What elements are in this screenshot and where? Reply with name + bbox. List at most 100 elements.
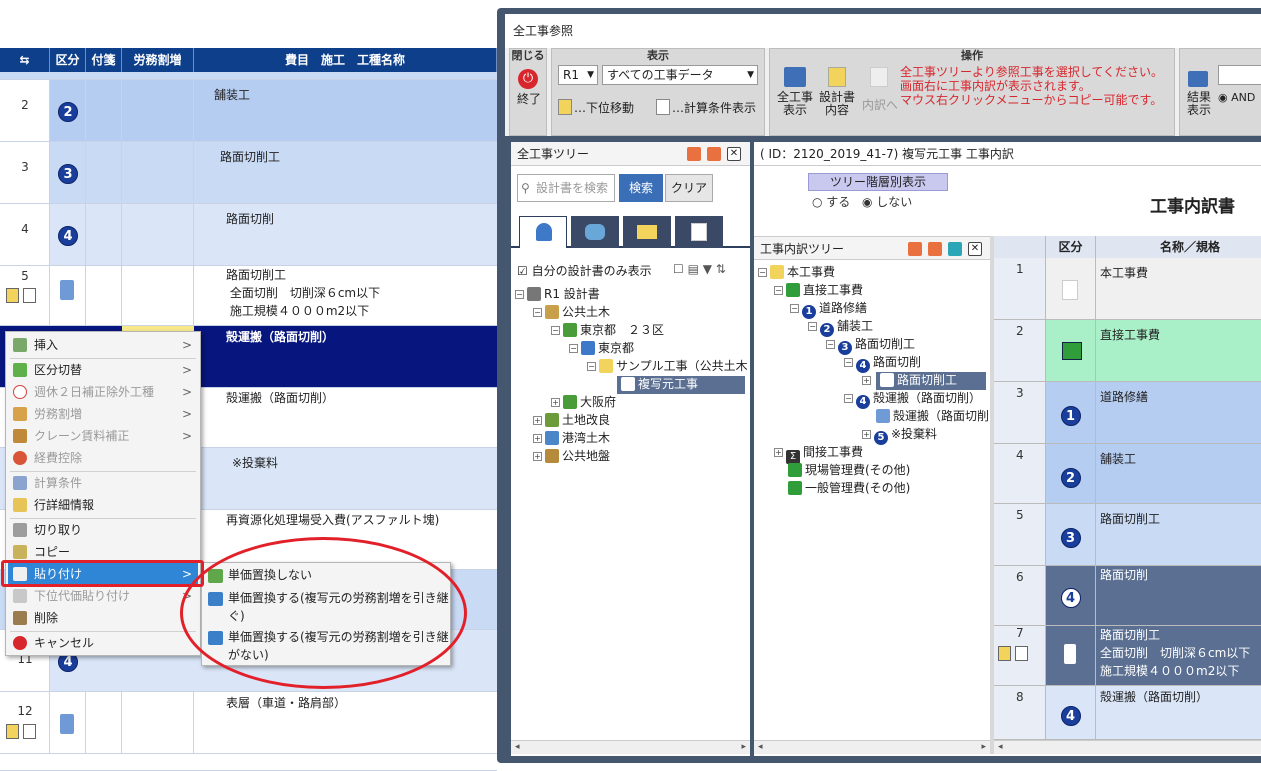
header-roumu[interactable]: 労務割増 <box>122 48 194 72</box>
filter-icon[interactable]: ☐ ▤ ▼ ⇅ <box>673 262 726 276</box>
menu-item-row-detail[interactable]: 行詳細情報 <box>8 494 198 516</box>
header-fusen[interactable]: 付箋 <box>86 48 122 72</box>
tree-node[interactable]: 現場管理費(その他) <box>788 462 910 480</box>
radio-no[interactable]: ◉ しない <box>862 193 912 210</box>
menu-item-labor-premium[interactable]: 労務割増 > <box>8 403 198 425</box>
menu-item-cancel[interactable]: キャンセル <box>8 632 198 654</box>
calc-display-icon[interactable] <box>656 99 670 115</box>
header-kubun[interactable]: 区分 <box>50 48 86 72</box>
table-row[interactable]: 3 3 路面切削工 <box>0 142 497 204</box>
search-button[interactable]: 検索 <box>619 174 663 202</box>
tree-level-button[interactable]: ツリー階層別表示 <box>808 173 948 191</box>
tree-node[interactable]: + <box>862 372 874 390</box>
tree-node-selected[interactable]: 路面切削工 <box>876 372 986 390</box>
tree-node[interactable]: 一般管理費(その他) <box>788 480 910 498</box>
clear-button[interactable]: クリア <box>665 174 713 202</box>
table-row[interactable]: 1 本工事費 <box>994 258 1261 320</box>
tree-node[interactable]: − 本工事費 <box>758 264 835 282</box>
tree-node[interactable]: + Σ 間接工事費 <box>774 444 863 464</box>
tree-node[interactable]: + 港湾土木 <box>533 430 610 448</box>
detail-icon[interactable] <box>22 288 36 303</box>
tab-folder[interactable] <box>623 216 671 248</box>
table-row[interactable]: 2 直接工事費 <box>994 320 1261 382</box>
move-down-icon[interactable] <box>558 99 572 115</box>
tab-group[interactable] <box>571 216 619 248</box>
tree-node[interactable]: − 公共土木 <box>533 304 610 322</box>
close-button[interactable]: 終了 <box>512 93 546 106</box>
folder-icon[interactable] <box>687 147 701 161</box>
tree-node[interactable]: −4 路面切削 <box>844 354 921 373</box>
tree-node[interactable]: − 東京都 ２３区 <box>551 322 664 340</box>
table-row-selected[interactable]: 7 路面切削工 全面切削 切削深６cm以下 施工規模４０００m2以下 <box>994 626 1261 686</box>
data-select[interactable]: すべての工事データ ▼ <box>602 65 758 85</box>
refresh-icon[interactable] <box>948 242 962 256</box>
table-row[interactable]: 3 1 道路修繕 <box>994 382 1261 444</box>
inner-icon[interactable] <box>870 67 888 87</box>
table-row[interactable]: 8 4 殻運搬（路面切削） <box>994 686 1261 740</box>
year-select[interactable]: R1 ▼ <box>558 65 598 85</box>
tab-design[interactable] <box>675 216 723 248</box>
tree-node[interactable]: −4 殻運搬（路面切削） <box>844 390 981 409</box>
horizontal-scrollbar[interactable]: ◂ ▸ <box>754 740 990 754</box>
note-icon[interactable] <box>998 646 1011 661</box>
tree-node[interactable]: + 公共地盤 <box>533 448 610 466</box>
menu-item-expense-deduction[interactable]: 経費控除 <box>8 447 198 469</box>
tree-node[interactable]: 殻運搬（路面切削 <box>876 408 988 426</box>
inner-button[interactable]: 内訳へ <box>860 99 900 112</box>
note-icon[interactable] <box>6 288 19 303</box>
table-row[interactable]: 4 4 路面切削 <box>0 204 497 266</box>
menu-item-kubun-switch[interactable]: 区分切替 > <box>8 359 198 381</box>
note-icon[interactable] <box>6 724 19 739</box>
tree-node[interactable]: − R1 設計書 <box>515 286 600 304</box>
folder-icon[interactable] <box>908 242 922 256</box>
tree-node[interactable]: − 東京都 <box>569 340 634 358</box>
header-name[interactable]: 費目 施工 工種名称 <box>194 48 497 72</box>
menu-item-delete[interactable]: 削除 <box>8 607 198 629</box>
folder-open-icon[interactable] <box>707 147 721 161</box>
and-radio[interactable]: ◉ AND <box>1218 91 1255 104</box>
close-icon[interactable]: ✕ <box>968 242 982 256</box>
swap-arrows-icon[interactable]: ⇆ <box>0 48 50 72</box>
tree-node[interactable]: + 大阪府 <box>551 394 616 412</box>
table-row-selected[interactable]: 6 4 路面切削 <box>994 566 1261 626</box>
all-display-icon[interactable] <box>784 67 806 87</box>
design-button[interactable]: 設計書 内容 <box>816 91 858 117</box>
table-row[interactable]: 2 2 舗装工 <box>0 80 497 142</box>
folder-open-icon[interactable] <box>928 242 942 256</box>
result-input[interactable] <box>1218 65 1261 85</box>
table-row[interactable]: 5 路面切削工 全面切削 切削深６cm以下 施工規模４０００m2以下 <box>0 266 497 326</box>
tree-node-selected[interactable]: 複写元工事 <box>617 376 745 394</box>
search-input[interactable]: ⚲ 設計書を検索 <box>517 174 615 202</box>
radio-yes[interactable]: ○ する <box>812 193 850 210</box>
menu-item-sub-paste[interactable]: 下位代価貼り付け > <box>8 585 198 607</box>
menu-item-calc-condition[interactable]: 計算条件 <box>8 472 198 494</box>
table-row[interactable]: 5 3 路面切削工 <box>994 504 1261 566</box>
menu-item-crane[interactable]: クレーン賃料補正 > <box>8 425 198 447</box>
table-row[interactable]: 4 2 舗装工 <box>994 444 1261 504</box>
menu-item-weekly-exclude[interactable]: 週休２日補正除外工種 > <box>8 381 198 403</box>
only-mine-checkbox[interactable]: ☑ 自分の設計書のみ表示 <box>517 262 652 279</box>
all-display-button[interactable]: 全工事 表示 <box>774 91 816 117</box>
horizontal-scrollbar[interactable]: ◂ <box>994 740 1261 754</box>
tree-node[interactable]: −1 道路修繕 <box>790 300 867 319</box>
close-icon[interactable]: ✕ <box>727 147 741 161</box>
tree-node[interactable]: −2 舗装工 <box>808 318 873 337</box>
detail-icon[interactable] <box>1014 646 1028 661</box>
tree-node[interactable]: + 土地改良 <box>533 412 610 430</box>
detail-icon[interactable] <box>22 724 36 739</box>
horizontal-scrollbar[interactable]: ◂ ▸ <box>511 740 750 754</box>
design-book-icon[interactable] <box>828 67 846 87</box>
dialog-title[interactable]: 全工事参照 <box>505 14 1261 48</box>
menu-item-cut[interactable]: 切り取り <box>8 519 198 541</box>
result-icon[interactable] <box>1188 71 1208 87</box>
tree-node[interactable]: −3 路面切削工 <box>826 336 915 355</box>
tab-user[interactable] <box>519 216 567 248</box>
table-row[interactable]: 12 表層（車道・路肩部） <box>0 692 497 754</box>
design-book-icon <box>691 223 707 241</box>
menu-item-insert[interactable]: 挿入 > <box>8 334 198 356</box>
power-icon[interactable]: ⏻ <box>518 69 538 89</box>
tree-node[interactable]: +5 ※投棄料 <box>862 426 937 445</box>
tree-node[interactable]: − サンプル工事（公共土木 <box>587 358 748 376</box>
tree-node[interactable]: − 直接工事費 <box>774 282 863 300</box>
result-display-button[interactable]: 結果 表示 <box>1182 91 1216 117</box>
